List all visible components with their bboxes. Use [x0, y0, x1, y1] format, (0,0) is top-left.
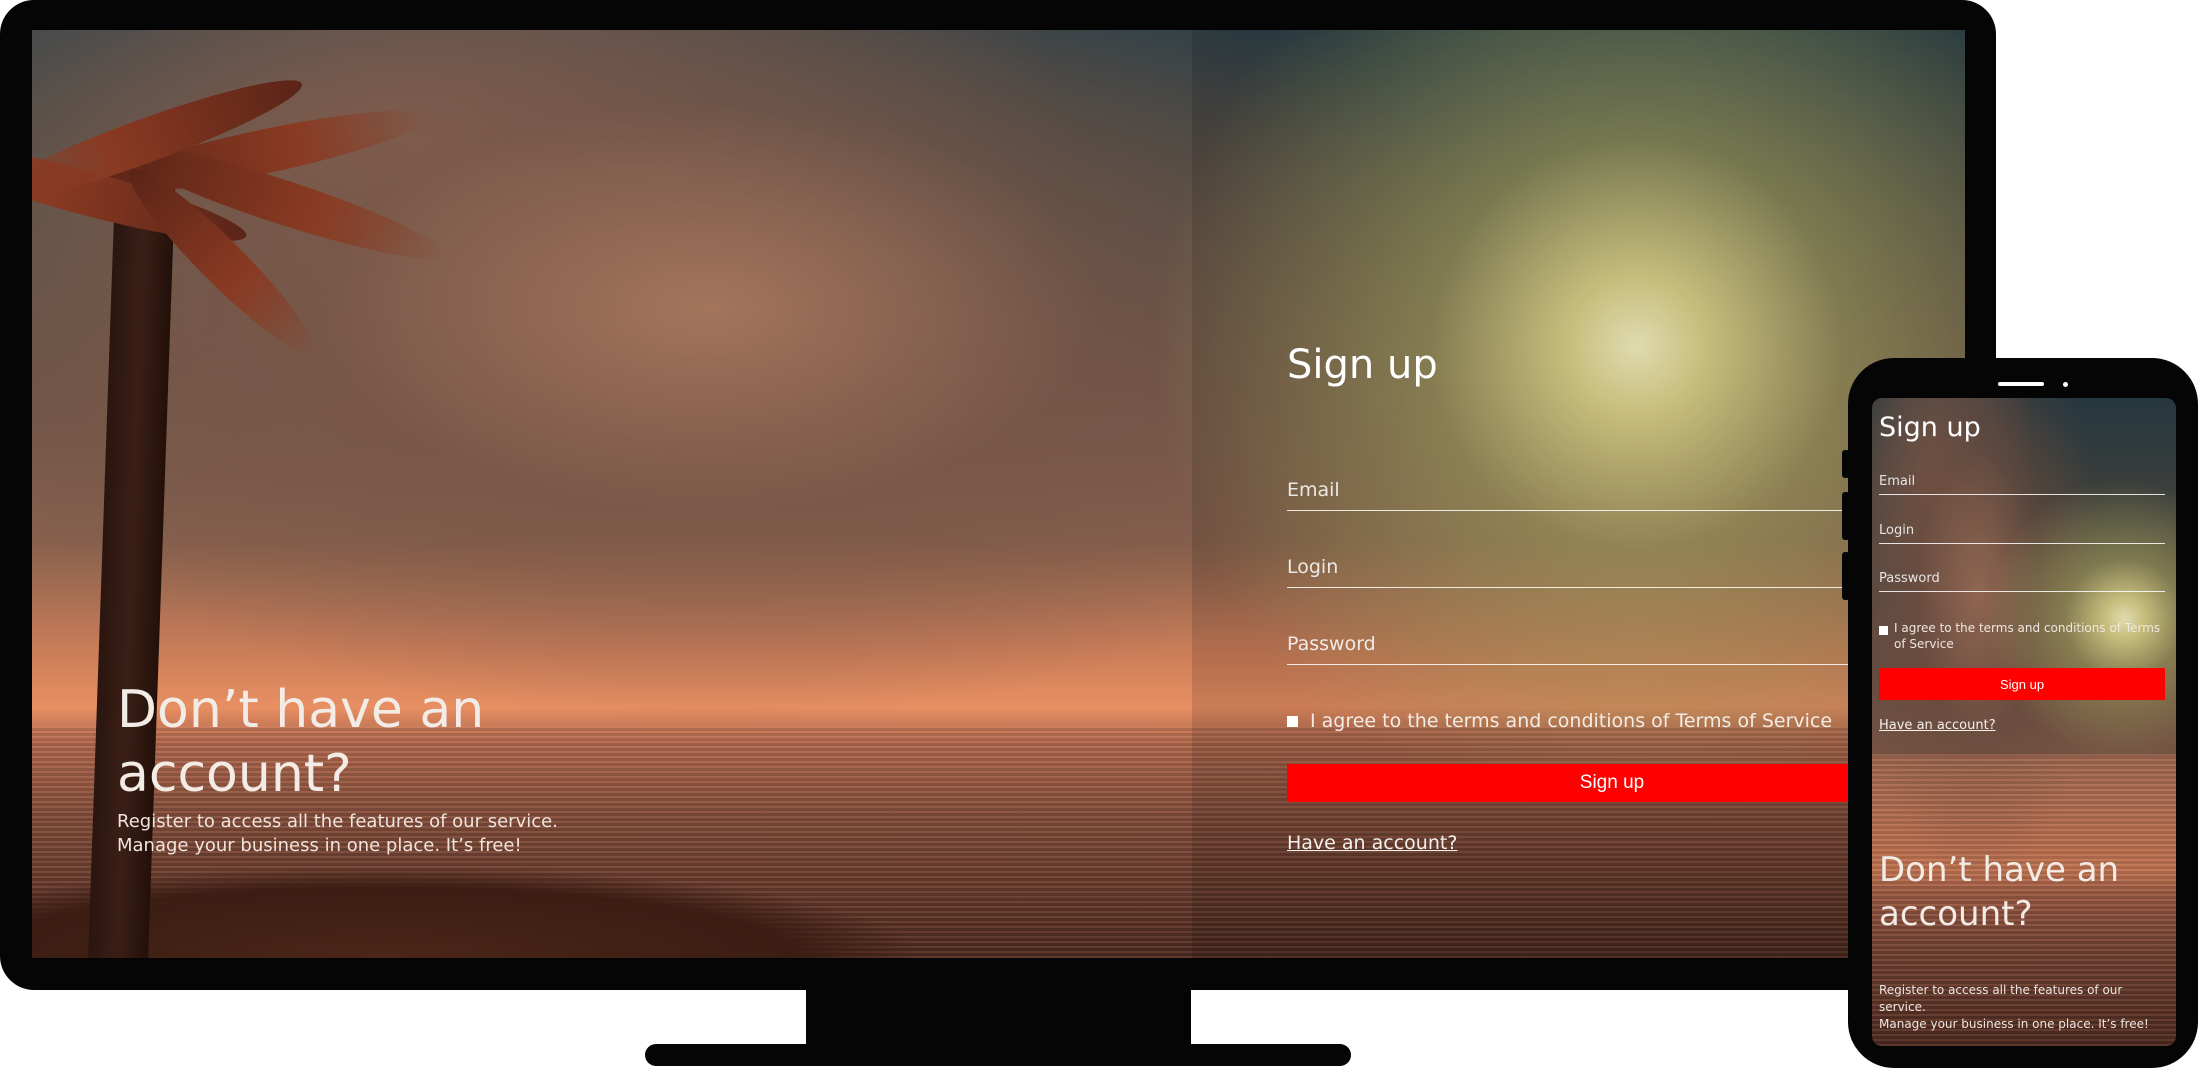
signup-title: Sign up	[1287, 342, 1438, 388]
mobile-password-input[interactable]	[1879, 565, 2165, 591]
mobile-login-input[interactable]	[1879, 517, 2165, 543]
promo-description-line: Register to access all the features of o…	[117, 811, 558, 832]
monitor-stand-neck	[806, 988, 1191, 1048]
promo-description-line: Manage your business in one place. It’s …	[117, 835, 522, 856]
monitor-stand-base	[645, 1044, 1351, 1066]
phone-camera	[2063, 382, 2068, 387]
mobile-signup-title: Sign up	[1879, 412, 1981, 443]
mobile-promo-description-line: Register to access all the features of o…	[1879, 983, 2123, 1014]
mobile-signup-button[interactable]: Sign up	[1879, 668, 2165, 700]
mobile-phone-frame: Sign up I agree to the terms and conditi…	[1848, 358, 2198, 1068]
mobile-have-account-link[interactable]: Have an account?	[1879, 718, 1996, 733]
mobile-promo-description-line: Manage your business in one place. It’s …	[1879, 1017, 2149, 1031]
mobile-email-field	[1879, 468, 2165, 495]
terms-label: I agree to the terms and conditions of T…	[1310, 710, 1833, 732]
promo-description: Register to access all the features of o…	[117, 810, 637, 858]
mobile-terms-label: I agree to the terms and conditions of T…	[1894, 621, 2161, 651]
mobile-signup-panel: Sign up I agree to the terms and conditi…	[1872, 398, 2176, 756]
mobile-email-input[interactable]	[1879, 468, 2165, 494]
mobile-terms-agreement: I agree to the terms and conditions of T…	[1879, 620, 2169, 652]
mobile-screen: Sign up I agree to the terms and conditi…	[1872, 398, 2176, 1046]
mobile-password-field	[1879, 565, 2165, 592]
terms-agreement: I agree to the terms and conditions of T…	[1287, 710, 1832, 732]
mobile-login-field	[1879, 517, 2165, 544]
have-account-link[interactable]: Have an account?	[1287, 832, 1457, 854]
signup-button[interactable]: Sign up	[1287, 764, 1937, 802]
mobile-terms-checkbox[interactable]	[1879, 626, 1888, 635]
promo-panel: Don’t have an account? Register to acces…	[32, 30, 1192, 958]
terms-checkbox[interactable]	[1287, 715, 1298, 727]
mobile-promo-description: Register to access all the features of o…	[1879, 982, 2169, 1033]
mobile-promo-headline: Don’t have an account?	[1879, 850, 2120, 934]
promo-headline: Don’t have an account?	[117, 680, 485, 804]
phone-speaker	[1998, 382, 2044, 386]
